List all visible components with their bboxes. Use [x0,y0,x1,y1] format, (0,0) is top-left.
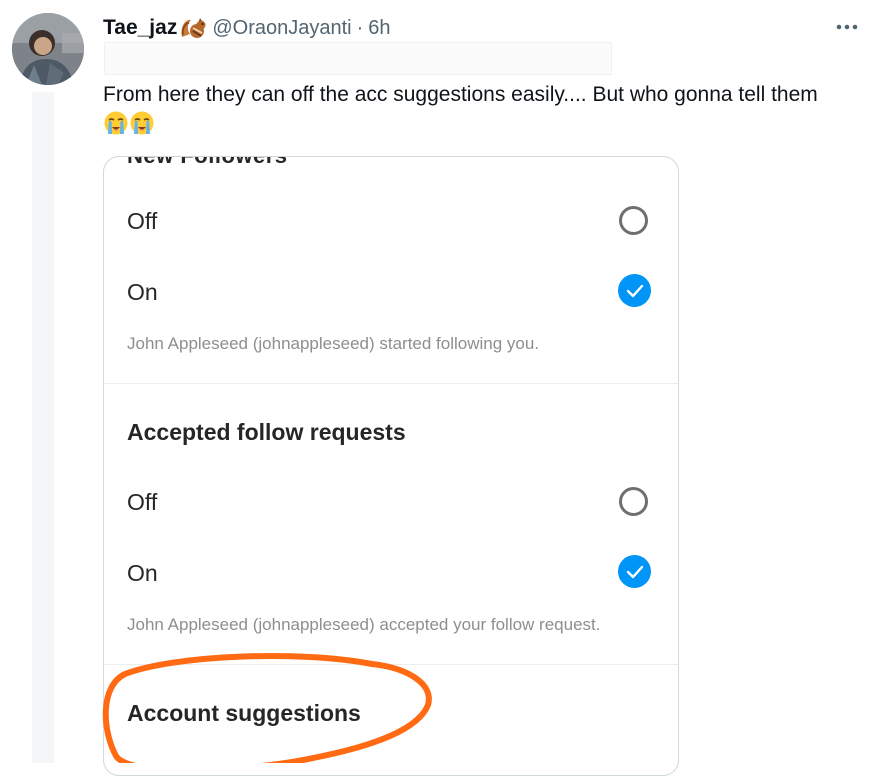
accepted-requests-on-label: On [127,560,158,586]
new-followers-off-radio[interactable] [619,206,648,235]
tweet-text-body: From here they can off the acc suggestio… [103,83,818,106]
tweet-text: From here they can off the acc suggestio… [103,80,843,141]
checkmark-icon [626,565,643,578]
loudly-crying-face-emoji-icon [103,110,129,136]
attached-screenshot[interactable]: New Followers Off On John Appleseed (joh… [103,156,679,776]
author-display-name[interactable]: Tae_jaz [103,16,177,40]
cut-off-section-heading: New Followers [127,157,288,169]
loudly-crying-face-emoji-icon [129,110,155,136]
chipmunk-emoji-icon [178,15,208,41]
more-horizontal-icon[interactable] [832,16,862,38]
author-handle[interactable]: @OraonJayanti [212,17,351,40]
accepted-requests-on-radio[interactable] [618,555,651,588]
thread-line [32,92,54,763]
avatar[interactable] [12,13,84,85]
accepted-requests-off-label: Off [127,489,158,515]
separator-dot: · [356,16,364,39]
account-suggestions-heading: Account suggestions [127,700,361,726]
accepted-requests-off-radio[interactable] [619,487,648,516]
accepted-follow-requests-heading: Accepted follow requests [127,419,406,445]
tweet-timestamp[interactable]: 6h [368,17,390,40]
new-followers-off-label: Off [127,208,158,234]
new-followers-on-label: On [127,279,158,305]
new-followers-description: John Appleseed (johnappleseed) started f… [127,334,540,353]
redacted-area [104,42,612,75]
section-divider [104,383,678,384]
tweet-header: Tae_jaz @OraonJayanti · 6h [103,13,391,43]
section-divider [104,664,678,665]
tweet[interactable]: Tae_jaz @OraonJayanti · 6h From here the… [0,0,869,776]
checkmark-icon [626,284,643,297]
accepted-requests-description: John Appleseed (johnappleseed) accepted … [127,615,601,634]
new-followers-on-radio[interactable] [618,274,651,307]
